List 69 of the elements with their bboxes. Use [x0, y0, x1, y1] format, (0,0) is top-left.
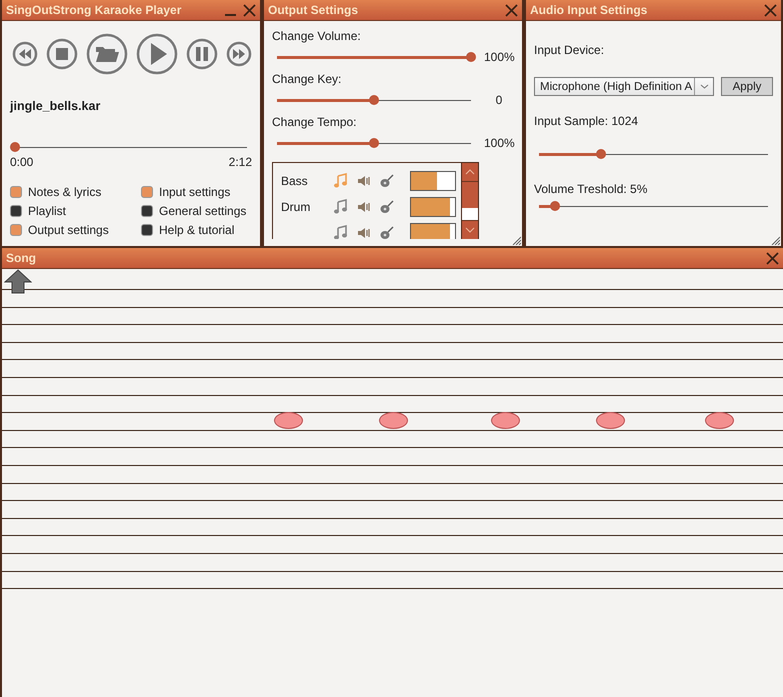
speaker-icon[interactable]	[356, 173, 372, 189]
resize-grip-icon[interactable]	[770, 235, 780, 245]
slider-thumb[interactable]	[369, 95, 379, 105]
close-icon[interactable]	[764, 4, 777, 16]
slider-thumb[interactable]	[369, 138, 379, 148]
chevron-down-icon[interactable]	[700, 84, 708, 89]
close-icon[interactable]	[243, 4, 256, 16]
checkbox[interactable]	[141, 186, 153, 198]
slider-thumb[interactable]	[466, 52, 476, 62]
note-marker	[491, 412, 520, 429]
window-title: Output Settings	[268, 3, 359, 17]
slider-thumb[interactable]	[596, 149, 606, 159]
speaker-icon[interactable]	[356, 225, 372, 239]
checkbox[interactable]	[10, 205, 22, 217]
track-name: Drum	[281, 200, 310, 214]
stop-button[interactable]	[46, 38, 78, 70]
note-marker	[596, 412, 625, 429]
guitar-icon[interactable]	[379, 199, 395, 215]
slider-label: Change Volume:	[272, 29, 362, 43]
rewind-button[interactable]	[12, 41, 38, 67]
elapsed-time: 0:00	[10, 155, 34, 169]
close-icon[interactable]	[505, 4, 518, 16]
pause-button[interactable]	[186, 38, 218, 70]
duration: 2:12	[228, 155, 252, 169]
guitar-icon[interactable]	[379, 225, 395, 239]
open-file-button[interactable]	[86, 33, 128, 75]
guitar-icon[interactable]	[379, 173, 395, 189]
slider-label: Change Tempo:	[272, 115, 358, 129]
checkbox[interactable]	[10, 224, 22, 236]
panel-toggle[interactable]: Input settings	[141, 185, 252, 199]
speaker-icon[interactable]	[356, 199, 372, 215]
slider-label: Input Sample: 1024	[534, 114, 640, 128]
scroll-bar[interactable]	[461, 163, 478, 239]
play-button[interactable]	[136, 33, 178, 75]
slider-thumb[interactable]	[550, 201, 560, 211]
checkbox[interactable]	[141, 205, 153, 217]
file-name: jingle_bells.kar	[10, 99, 102, 113]
slider-thumb[interactable]	[10, 142, 20, 152]
checkbox[interactable]	[141, 224, 153, 236]
slider-label: Volume Treshold: 5%	[534, 182, 648, 196]
slider-label: Change Key:	[272, 72, 342, 86]
close-icon[interactable]	[766, 252, 779, 264]
fast-forward-button[interactable]	[226, 41, 252, 67]
panel-toggle[interactable]: Notes & lyrics	[10, 185, 141, 199]
resize-grip-icon[interactable]	[511, 235, 521, 245]
panel-toggle[interactable]: Playlist	[10, 204, 141, 218]
slider-value: 0	[494, 93, 504, 107]
panel-toggle[interactable]: Output settings	[10, 223, 141, 237]
slider-value: 100%	[484, 136, 514, 150]
panel-toggle[interactable]: General settings	[141, 204, 252, 218]
note-marker	[379, 412, 408, 429]
window-title: Audio Input Settings	[530, 3, 648, 17]
panel-toggle[interactable]: Help & tutorial	[141, 223, 252, 237]
field-label: Input Device:	[534, 43, 606, 57]
track-name: Bass	[281, 174, 308, 188]
input-device-dropdown[interactable]: Microphone (High Definition A	[534, 77, 714, 96]
music-note-icon[interactable]	[333, 199, 349, 215]
checkbox[interactable]	[10, 186, 22, 198]
scroll-thumb[interactable]	[462, 208, 478, 220]
window-title: Song	[6, 251, 37, 265]
note-marker	[705, 412, 734, 429]
scroll-up-icon[interactable]	[465, 169, 475, 175]
apply-button[interactable]: Apply	[721, 77, 773, 96]
window-title: SingOutStrong Karaoke Player	[6, 3, 182, 17]
up-arrow-icon[interactable]	[4, 269, 32, 294]
slider-value: 100%	[484, 50, 514, 64]
note-marker	[274, 412, 303, 429]
scroll-down-icon[interactable]	[465, 227, 475, 233]
music-note-icon[interactable]	[333, 225, 349, 239]
